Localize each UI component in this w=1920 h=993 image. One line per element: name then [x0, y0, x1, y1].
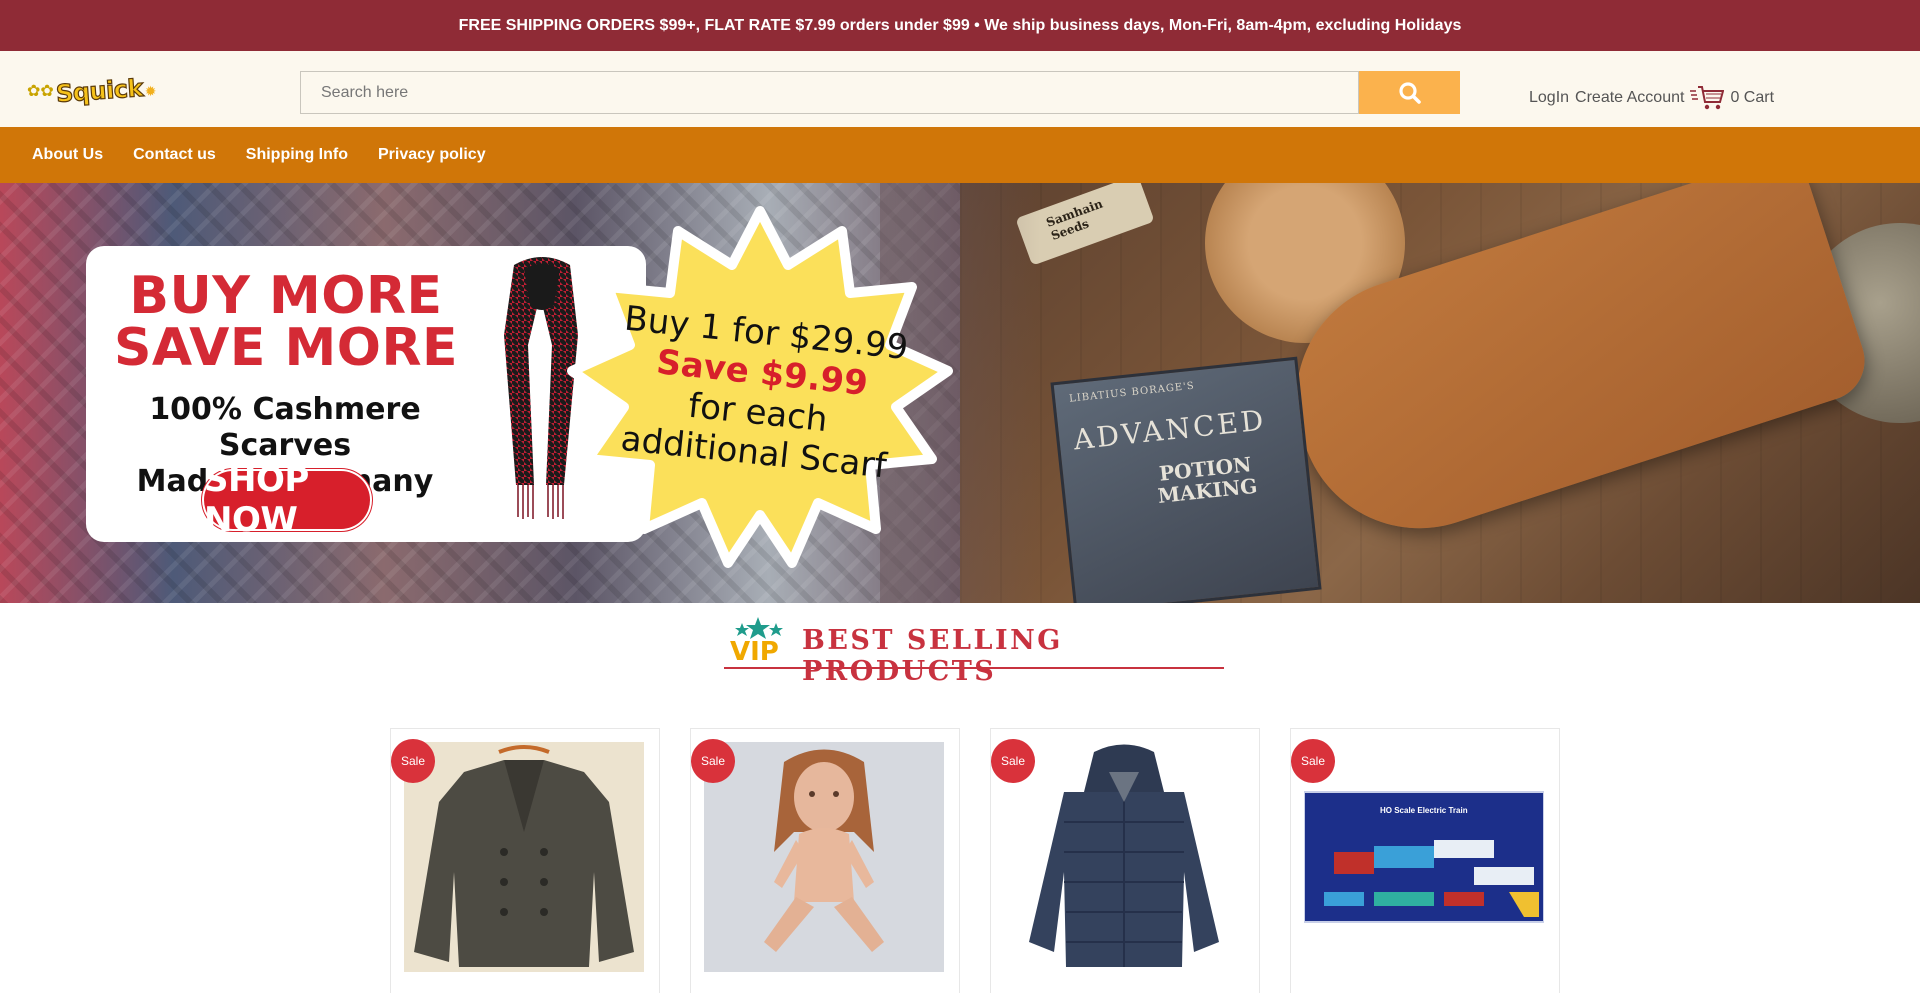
product-image-peacoat[interactable] — [404, 742, 644, 972]
nav-item-privacy-policy[interactable]: Privacy policy — [378, 146, 486, 164]
site-header: ✿✿ Squick ✹ LogIn Create Account — [0, 51, 1920, 127]
promo-bar: FREE SHIPPING ORDERS $99+, FLAT RATE $7.… — [0, 0, 1920, 51]
create-account-link[interactable]: Create Account — [1575, 89, 1684, 107]
potion-book-image: LIBATIUS BORAGE'S ADVANCED POTION MAKING — [1050, 356, 1322, 603]
product-image-doll[interactable] — [704, 742, 944, 972]
nav-item-shipping-info[interactable]: Shipping Info — [246, 146, 348, 164]
sale-badge: Sale — [691, 739, 735, 783]
hero-banner[interactable]: Samhain Seeds LIBATIUS BORAGE'S ADVANCED… — [0, 183, 1920, 603]
promo-headline-line2: SAVE MORE — [113, 318, 459, 378]
product-card[interactable]: Sale — [390, 728, 660, 993]
product-image-train-set[interactable]: HO Scale Electric Train — [1304, 742, 1544, 972]
nav-item-contact-us[interactable]: Contact us — [133, 146, 216, 164]
promo-headline-line1: BUY MORE — [129, 266, 443, 326]
product-card[interactable]: HO Scale Electric Train Sale — [1290, 728, 1560, 993]
sale-badge: Sale — [391, 739, 435, 783]
bee-icon: ✿✿ — [27, 83, 54, 100]
cart-link[interactable]: 0 Cart — [1690, 85, 1774, 111]
site-logo[interactable]: ✿✿ Squick ✹ — [27, 71, 157, 111]
logo-text: Squick — [54, 73, 144, 108]
product-image-puffer-jacket[interactable] — [1004, 742, 1244, 972]
price-starburst: Buy 1 for $29.99 Save $9.99 for each add… — [560, 203, 960, 583]
promo-subline-line1: 100% Cashmere Scarves — [149, 392, 421, 463]
shop-now-button[interactable]: SHOP NOW — [204, 460, 370, 540]
product-card[interactable]: Sale — [990, 728, 1260, 993]
sparkle-icon: ✹ — [144, 82, 157, 99]
search-icon — [1398, 81, 1421, 104]
search-bar — [300, 71, 1460, 114]
account-links: LogIn Create Account 0 Cart — [1529, 85, 1774, 111]
product-card[interactable]: Sale — [690, 728, 960, 993]
search-button[interactable] — [1359, 71, 1460, 114]
main-nav: About Us Contact us Shipping Info Privac… — [0, 127, 1920, 183]
cart-icon — [1690, 86, 1725, 110]
heading-underline — [724, 667, 1224, 669]
book-title-line1: ADVANCED — [1071, 403, 1268, 457]
cart-label: 0 Cart — [1730, 89, 1775, 106]
train-box-text: HO Scale Electric Train — [1380, 806, 1468, 815]
vip-label: VIP — [730, 637, 779, 667]
nav-item-about-us[interactable]: About Us — [32, 146, 103, 164]
book-author: LIBATIUS BORAGE'S — [1068, 380, 1196, 405]
search-input[interactable] — [300, 71, 1359, 114]
sale-badge: Sale — [1291, 739, 1335, 783]
sale-badge: Sale — [991, 739, 1035, 783]
login-link[interactable]: LogIn — [1529, 89, 1569, 107]
promo-bar-text: FREE SHIPPING ORDERS $99+, FLAT RATE $7.… — [458, 16, 1462, 34]
best-selling-heading: VIP BEST SELLING PRODUCTS — [724, 615, 1224, 687]
section-title: BEST SELLING PRODUCTS — [802, 625, 1063, 687]
promo-headline: BUY MORE SAVE MORE — [106, 270, 466, 374]
